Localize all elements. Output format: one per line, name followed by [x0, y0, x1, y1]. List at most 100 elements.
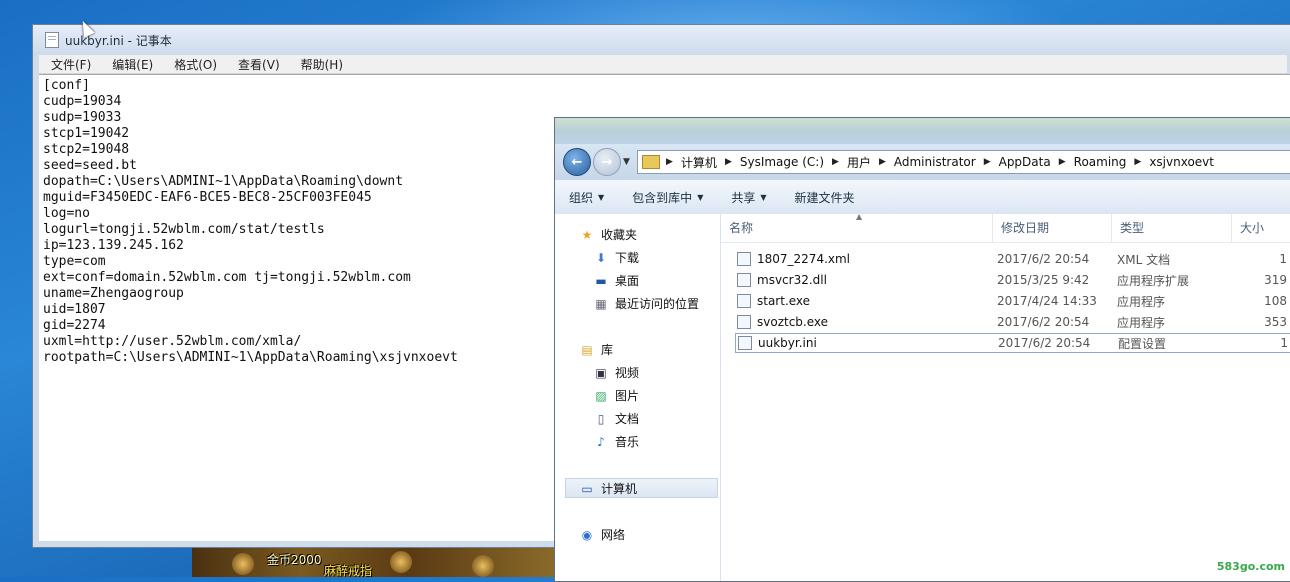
nav-network[interactable]: ◉ 网络 — [579, 526, 625, 543]
explorer-navigation-bar: ← → ▼ ▶ 计算机 ▶ SysImage (C:) ▶ 用户 ▶ Admin… — [555, 144, 1290, 180]
share-button[interactable]: 共享 ▼ — [731, 189, 766, 206]
notepad-content: [conf] cudp=19034 sudp=19033 stcp1=19042… — [43, 78, 458, 365]
music-icon: ♪ — [597, 434, 605, 449]
game-ad-banner[interactable]: 金币2000 麻醉戒指 — [192, 547, 554, 577]
file-row[interactable]: svoztcb.exe 2017/6/2 20:54 应用程序 353 — [737, 312, 1287, 332]
site-watermark: 583go.com — [1216, 560, 1285, 573]
breadcrumb-separator-icon[interactable]: ▶ — [1134, 157, 1141, 167]
forward-button[interactable]: → — [593, 148, 621, 176]
file-row[interactable]: 1807_2274.xml 2017/6/2 20:54 XML 文档 1 — [737, 249, 1287, 269]
breadcrumb-separator-icon[interactable]: ▶ — [984, 157, 991, 167]
chevron-down-icon: ▼ — [760, 192, 767, 202]
nav-music-label: 音乐 — [615, 435, 640, 449]
file-size: 1 — [1279, 252, 1287, 266]
nav-computer-label: 计算机 — [601, 482, 638, 496]
nav-libraries[interactable]: ▤ 库 — [579, 341, 613, 358]
explorer-titlebar[interactable] — [555, 118, 1290, 144]
exe-file-icon — [737, 294, 751, 308]
xml-file-icon — [737, 252, 751, 266]
back-button[interactable]: ← — [563, 148, 591, 176]
include-library-button[interactable]: 包含到库中 ▼ — [632, 189, 703, 206]
nav-computer[interactable]: ▭ 计算机 — [579, 480, 637, 497]
menu-view[interactable]: 查看(V) — [234, 56, 284, 73]
arrow-right-icon: → — [601, 154, 613, 170]
file-row[interactable]: start.exe 2017/4/24 14:33 应用程序 108 — [737, 291, 1287, 311]
breadcrumb-separator-icon[interactable]: ▶ — [832, 157, 839, 167]
notepad-menubar: 文件(F) 编辑(E) 格式(O) 查看(V) 帮助(H) — [39, 55, 1287, 74]
sort-ascending-icon: ▲ — [856, 212, 863, 221]
notepad-title: uukbyr.ini - 记事本 — [65, 33, 172, 48]
config-file-icon — [738, 336, 752, 350]
new-folder-button[interactable]: 新建文件夹 — [795, 189, 855, 206]
file-name: svoztcb.exe — [757, 315, 829, 329]
file-size: 1 — [1280, 336, 1288, 350]
menu-help[interactable]: 帮助(H) — [297, 56, 347, 73]
breadcrumb-separator-icon[interactable]: ▶ — [725, 157, 732, 167]
nav-desktop-label: 桌面 — [615, 274, 640, 288]
chevron-down-icon: ▼ — [598, 192, 605, 202]
nav-recent[interactable]: ▦ 最近访问的位置 — [593, 295, 699, 312]
video-icon: ▣ — [595, 365, 607, 380]
file-date: 2017/6/2 20:54 — [997, 252, 1090, 266]
nav-network-label: 网络 — [601, 528, 626, 542]
column-header-date[interactable]: 修改日期 — [993, 214, 1112, 242]
library-icon: ▤ — [581, 342, 593, 357]
breadcrumb-separator-icon[interactable]: ▶ — [1059, 157, 1066, 167]
nav-pictures-label: 图片 — [615, 389, 640, 403]
new-folder-label: 新建文件夹 — [794, 190, 855, 205]
nav-documents-label: 文档 — [615, 412, 640, 426]
menu-format[interactable]: 格式(O) — [170, 56, 221, 73]
breadcrumb-users[interactable]: 用户 — [847, 154, 871, 171]
menu-edit[interactable]: 编辑(E) — [108, 56, 157, 73]
nav-desktop[interactable]: ▬ 桌面 — [593, 272, 639, 289]
breadcrumb-current-folder[interactable]: xsjvnxoevt — [1149, 155, 1214, 169]
dll-file-icon — [737, 273, 751, 287]
nav-favorites-label: 收藏夹 — [601, 228, 638, 242]
network-icon: ◉ — [581, 527, 593, 542]
column-header-type[interactable]: 类型 — [1112, 214, 1232, 242]
file-name: uukbyr.ini — [758, 336, 817, 350]
file-type: XML 文档 — [1117, 252, 1171, 267]
share-label: 共享 — [731, 190, 756, 205]
explorer-window[interactable]: ← → ▼ ▶ 计算机 ▶ SysImage (C:) ▶ 用户 ▶ Admin… — [554, 117, 1290, 582]
breadcrumb-roaming[interactable]: Roaming — [1074, 155, 1127, 169]
file-name: start.exe — [757, 294, 811, 308]
file-row-selected[interactable]: uukbyr.ini 2017/6/2 20:54 配置设置 1 — [735, 333, 1290, 353]
include-library-label: 包含到库中 — [632, 190, 693, 205]
breadcrumb-administrator[interactable]: Administrator — [894, 155, 976, 169]
file-name: msvcr32.dll — [757, 273, 827, 287]
nav-videos[interactable]: ▣ 视频 — [593, 364, 639, 381]
menu-file[interactable]: 文件(F) — [47, 56, 95, 73]
breadcrumb-separator-icon[interactable]: ▶ — [879, 157, 886, 167]
nav-documents[interactable]: ▯ 文档 — [593, 410, 639, 427]
file-row[interactable]: msvcr32.dll 2015/3/25 9:42 应用程序扩展 319 — [737, 270, 1287, 290]
address-bar[interactable]: ▶ 计算机 ▶ SysImage (C:) ▶ 用户 ▶ Administrat… — [637, 150, 1290, 174]
nav-downloads[interactable]: ⬇ 下载 — [593, 249, 639, 266]
nav-favorites[interactable]: ★ 收藏夹 — [579, 226, 637, 243]
organize-button[interactable]: 组织 ▼ — [569, 189, 604, 206]
file-type: 应用程序 — [1117, 294, 1166, 309]
downloads-folder-icon: ⬇ — [595, 250, 607, 265]
file-size: 353 — [1264, 315, 1287, 329]
desktop-icon: ▬ — [595, 273, 607, 288]
column-header-size[interactable]: 大小 — [1232, 214, 1290, 242]
file-type: 应用程序扩展 — [1117, 273, 1190, 288]
file-size: 108 — [1264, 294, 1287, 308]
nav-pictures[interactable]: ▨ 图片 — [593, 387, 639, 404]
file-type: 应用程序 — [1117, 315, 1166, 330]
file-list-pane: ▲ 名称 修改日期 类型 大小 1807_2274.xml 2017/6/2 2… — [721, 212, 1290, 581]
notepad-titlebar[interactable]: uukbyr.ini - 记事本 — [33, 25, 1290, 55]
breadcrumb-appdata[interactable]: AppData — [999, 155, 1051, 169]
breadcrumb-drive[interactable]: SysImage (C:) — [740, 155, 824, 169]
document-icon: ▯ — [597, 411, 605, 426]
game-item-icon — [390, 551, 412, 573]
nav-music[interactable]: ♪ 音乐 — [593, 433, 639, 450]
chevron-down-icon: ▼ — [697, 192, 704, 202]
recent-places-icon: ▦ — [595, 296, 607, 311]
breadcrumb-computer[interactable]: 计算机 — [681, 154, 717, 171]
recent-pages-dropdown[interactable]: ▼ — [623, 157, 633, 167]
file-size: 319 — [1264, 273, 1287, 287]
computer-icon: ▭ — [581, 481, 593, 496]
game-item-text: 麻醉戒指 — [324, 564, 373, 577]
breadcrumb-separator-icon[interactable]: ▶ — [666, 157, 673, 167]
